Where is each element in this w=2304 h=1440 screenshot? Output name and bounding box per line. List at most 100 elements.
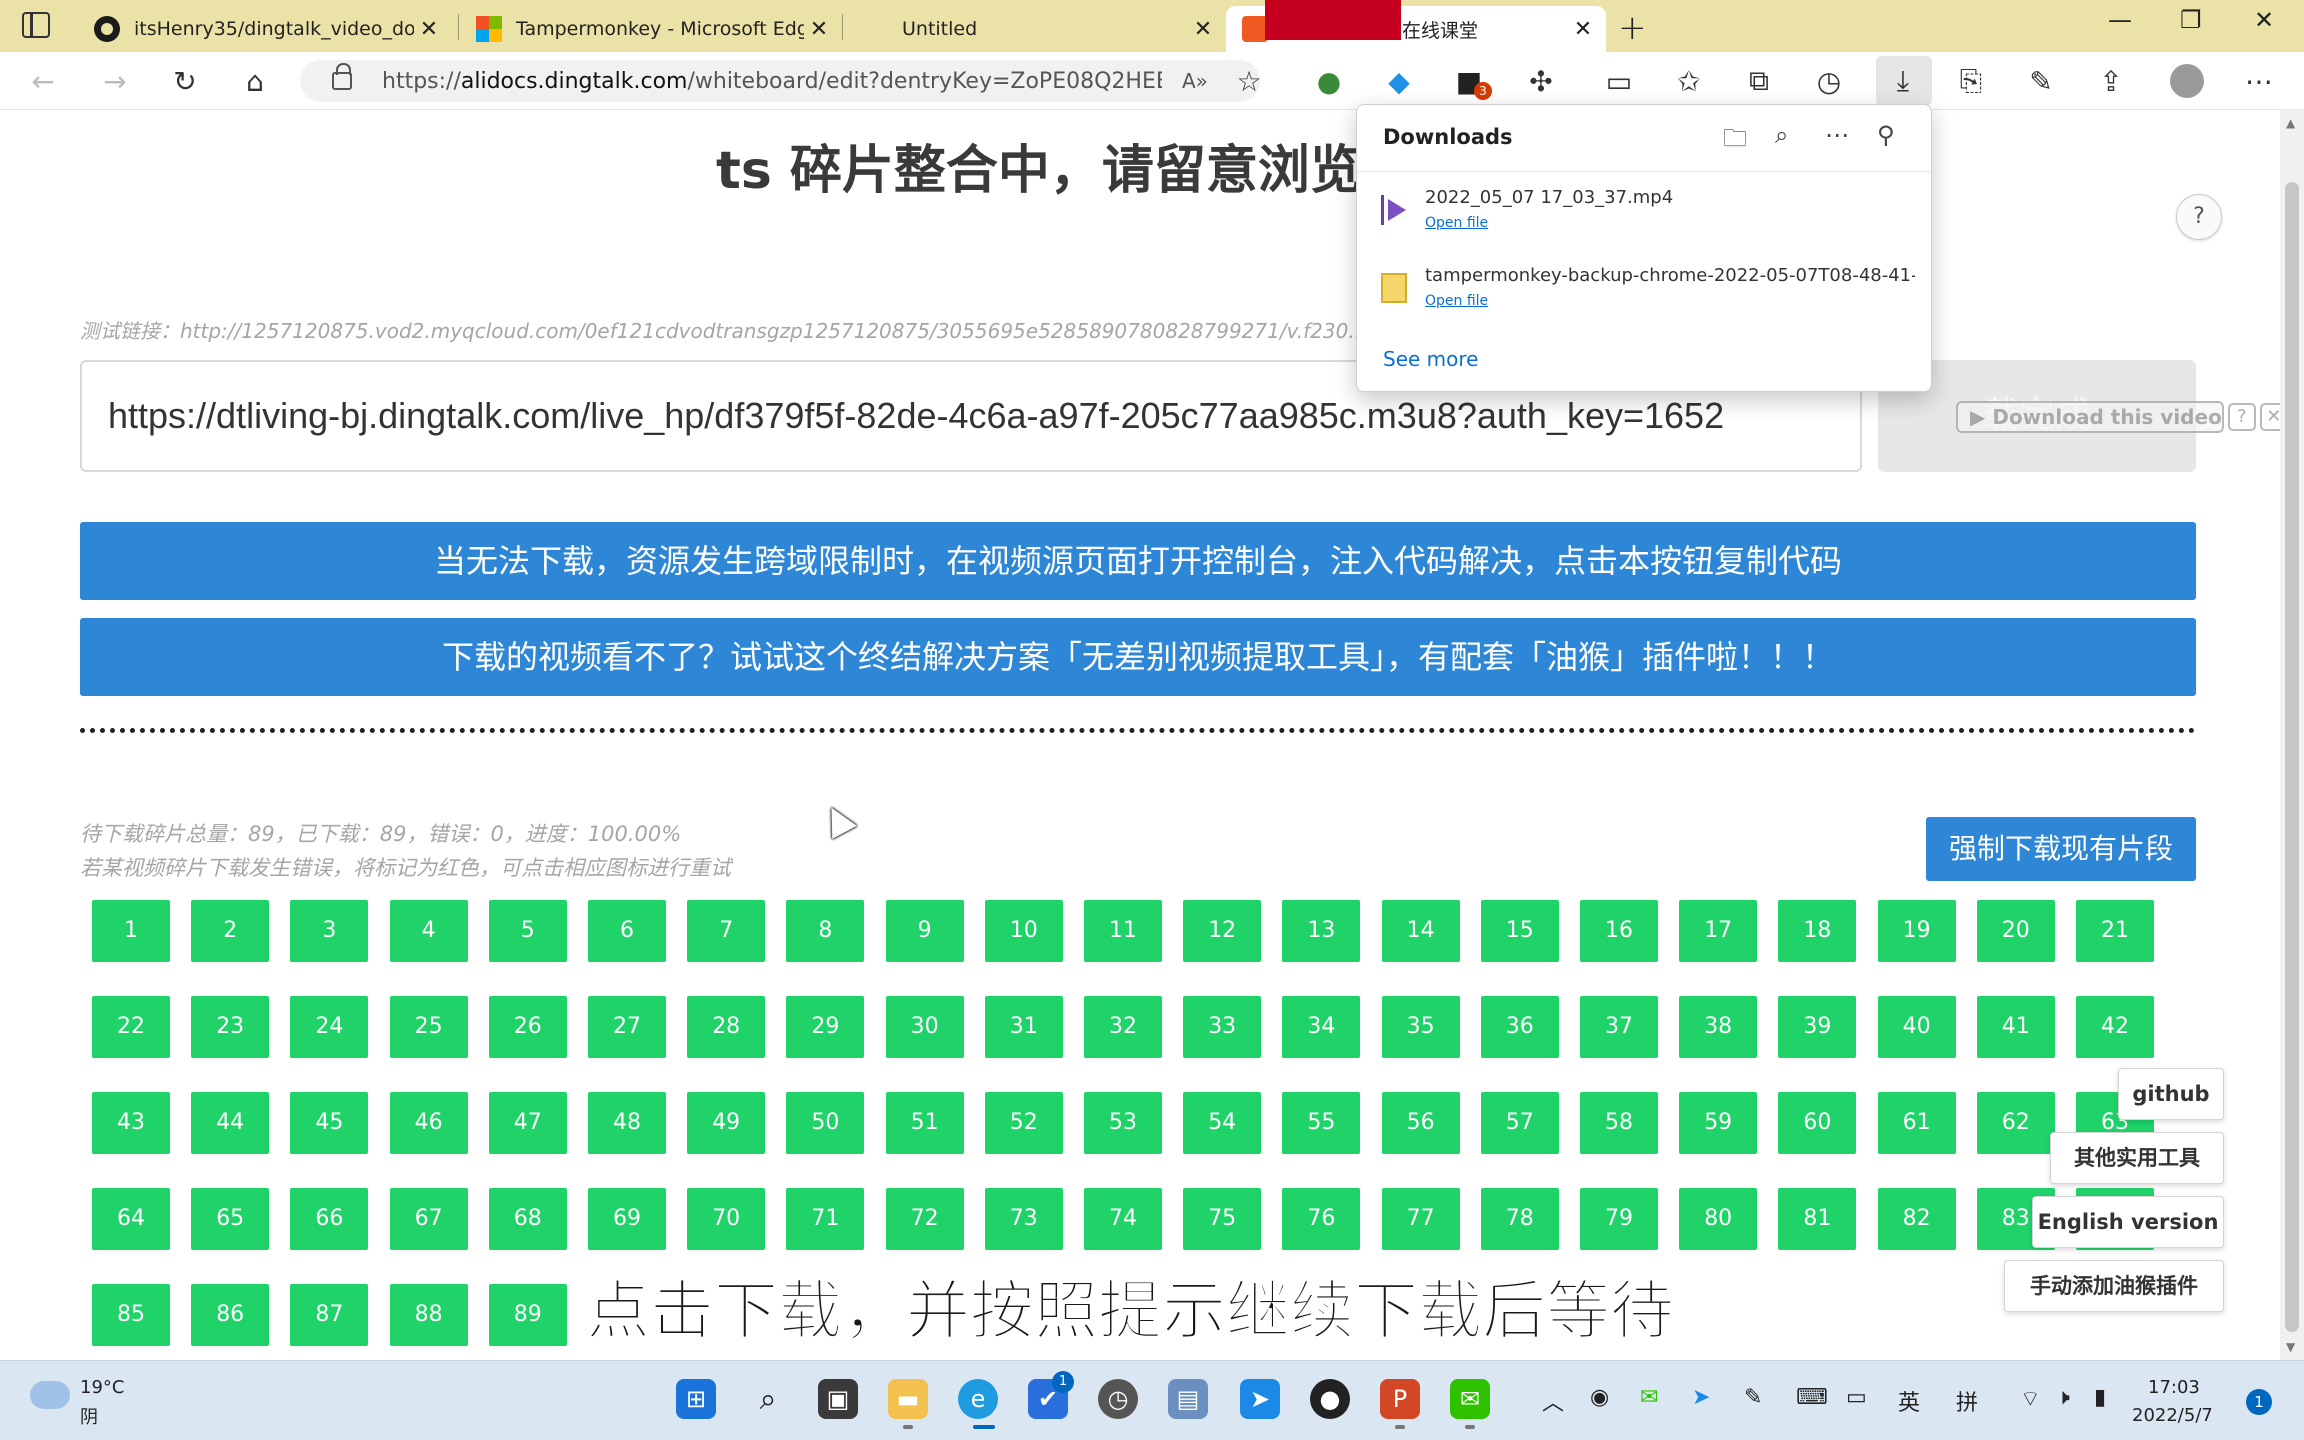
forward-icon[interactable]: → [96, 62, 134, 100]
record-icon[interactable]: ● [1310, 1379, 1350, 1419]
segment-button[interactable]: 86 [191, 1284, 270, 1346]
close-tab-icon[interactable]: ✕ [804, 17, 834, 42]
segment-button[interactable]: 43 [92, 1092, 170, 1154]
more-icon[interactable]: ⋯ [1825, 121, 1849, 149]
segment-button[interactable]: 88 [389, 1284, 468, 1346]
segment-button[interactable]: 14 [1381, 900, 1460, 962]
segment-button[interactable]: 10 [984, 900, 1063, 962]
back-icon[interactable]: ← [24, 62, 62, 100]
weather-cloud-icon[interactable] [30, 1381, 70, 1409]
segment-button[interactable]: 61 [1877, 1092, 1956, 1154]
segment-button[interactable]: 81 [1778, 1188, 1857, 1250]
segment-button[interactable]: 65 [191, 1188, 270, 1250]
segment-button[interactable]: 27 [588, 996, 666, 1058]
segment-button[interactable]: 56 [1381, 1092, 1460, 1154]
battery-icon[interactable]: ▮ [2094, 1385, 2106, 1410]
segment-button[interactable]: 24 [290, 996, 369, 1058]
segment-button[interactable]: 47 [488, 1092, 567, 1154]
segment-button[interactable]: 46 [389, 1092, 468, 1154]
segment-button[interactable]: 48 [588, 1092, 666, 1154]
segment-button[interactable]: 75 [1183, 1188, 1262, 1250]
scroll-down-icon[interactable]: ▼ [2286, 1340, 2295, 1354]
segment-button[interactable]: 78 [1480, 1188, 1559, 1250]
segment-button[interactable]: 57 [1480, 1092, 1559, 1154]
segment-button[interactable]: 33 [1183, 996, 1262, 1058]
segment-button[interactable]: 31 [984, 996, 1063, 1058]
collections-icon[interactable]: ⧉ [1740, 62, 1778, 100]
ime-language[interactable]: 英 [1898, 1385, 1920, 1417]
segment-button[interactable]: 28 [687, 996, 766, 1058]
segment-button[interactable]: 60 [1778, 1092, 1857, 1154]
lock-icon[interactable] [332, 63, 352, 90]
segment-button[interactable]: 52 [984, 1092, 1063, 1154]
help-button[interactable]: ? [2176, 194, 2222, 240]
segment-button[interactable]: 58 [1580, 1092, 1658, 1154]
segment-button[interactable]: 17 [1679, 900, 1758, 962]
segment-button[interactable]: 67 [389, 1188, 468, 1250]
segment-button[interactable]: 66 [290, 1188, 369, 1250]
clock-date[interactable]: 2022/5/7 [2132, 1405, 2213, 1426]
other-tools-button[interactable]: 其他实用工具 [2050, 1132, 2224, 1184]
tab-untitled[interactable]: Untitled ✕ [846, 6, 1226, 52]
segment-button[interactable]: 18 [1778, 900, 1857, 962]
performance-icon[interactable]: ✎ [2022, 62, 2060, 100]
scrollbar-thumb[interactable] [2285, 182, 2299, 1332]
tab-tampermonkey[interactable]: Tampermonkey - Microsoft Edge ✕ [460, 6, 842, 52]
qq-icon[interactable]: ◉ [1590, 1385, 1609, 1410]
downloads-icon[interactable]: ⤓ [1884, 62, 1922, 100]
segment-button[interactable]: 16 [1580, 900, 1658, 962]
segment-button[interactable]: 20 [1976, 900, 2055, 962]
segment-button[interactable]: 26 [488, 996, 567, 1058]
start-icon[interactable]: ⊞ [676, 1379, 716, 1419]
segment-button[interactable]: 6 [588, 900, 666, 962]
photos-icon[interactable]: ▤ [1168, 1379, 1208, 1419]
pin-icon[interactable]: ⚲ [1877, 121, 1895, 149]
segment-button[interactable]: 77 [1381, 1188, 1460, 1250]
segment-button[interactable]: 19 [1877, 900, 1956, 962]
segment-button[interactable]: 73 [984, 1188, 1063, 1250]
notification-badge[interactable]: 1 [2246, 1389, 2272, 1415]
scroll-up-icon[interactable]: ▲ [2286, 116, 2295, 130]
segment-button[interactable]: 2 [191, 900, 270, 962]
download-item[interactable]: tampermonkey-backup-chrome-2022-05-07T08… [1381, 265, 1921, 321]
segment-button[interactable]: 72 [885, 1188, 964, 1250]
segment-button[interactable]: 8 [786, 900, 865, 962]
new-tab-icon[interactable]: + [1618, 8, 1647, 48]
refresh-icon[interactable]: ↻ [166, 62, 204, 100]
segment-button[interactable]: 12 [1183, 900, 1262, 962]
see-more-link[interactable]: See more [1383, 347, 1478, 371]
home-icon[interactable]: ⌂ [236, 62, 274, 100]
touchpad-icon[interactable]: ▭ [1846, 1385, 1867, 1410]
segment-button[interactable]: 39 [1778, 996, 1857, 1058]
overlay-close-icon[interactable]: ✕ [2259, 403, 2280, 431]
github-link-button[interactable]: github [2118, 1068, 2224, 1120]
segment-button[interactable]: 41 [1976, 996, 2055, 1058]
segment-button[interactable]: 21 [2076, 900, 2154, 962]
segment-button[interactable]: 62 [1976, 1092, 2055, 1154]
tab-github[interactable]: itsHenry35/dingtalk_video_down ✕ [78, 6, 452, 52]
segment-button[interactable]: 29 [786, 996, 865, 1058]
segment-button[interactable]: 51 [885, 1092, 964, 1154]
dingtalk-app-icon[interactable]: ➤ [1240, 1379, 1280, 1419]
segment-button[interactable]: 15 [1480, 900, 1559, 962]
close-tab-icon[interactable]: ✕ [414, 17, 444, 42]
history-icon[interactable]: ◷ [1810, 62, 1848, 100]
address-bar[interactable]: https://alidocs.dingtalk.com/whiteboard/… [300, 60, 1260, 102]
segment-button[interactable]: 38 [1679, 996, 1758, 1058]
segment-button[interactable]: 1 [92, 900, 170, 962]
share-icon[interactable]: ⇪ [2092, 62, 2130, 100]
wifi-icon[interactable]: ⌔ [2020, 1385, 2041, 1413]
segment-button[interactable]: 59 [1679, 1092, 1758, 1154]
weather-description[interactable]: 阴 [80, 1403, 98, 1429]
search-icon[interactable]: ⌕ [1775, 121, 1788, 149]
segment-button[interactable]: 13 [1282, 900, 1361, 962]
segment-button[interactable]: 79 [1580, 1188, 1658, 1250]
add-favorite-icon[interactable]: ☆ [1230, 62, 1268, 100]
cast-icon[interactable]: ▭ [1600, 62, 1638, 100]
screenshot-icon[interactable]: ⎘ [1952, 62, 1990, 100]
copy-inject-code-button[interactable]: 当无法下载，资源发生跨域限制时，在视频源页面打开控制台，注入代码解决，点击本按钮… [80, 522, 2196, 600]
close-window-icon[interactable]: ✕ [2254, 6, 2274, 34]
extensions-puzzle-icon[interactable]: ✣ [1522, 62, 1560, 100]
segment-button[interactable]: 68 [488, 1188, 567, 1250]
segment-button[interactable]: 11 [1084, 900, 1162, 962]
